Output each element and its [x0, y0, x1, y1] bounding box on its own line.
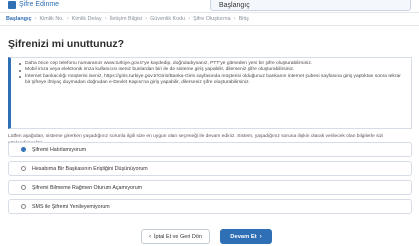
info-box: Daha önce cep telefonu numaranızı www.tu… — [8, 57, 412, 129]
brand[interactable]: Şifre Edinme — [8, 0, 59, 10]
step-id-detail: Kimlik Detay — [71, 16, 102, 22]
key-icon — [8, 1, 16, 9]
info-item-bank: İnternet bankacılığı müşterisi iseniz, h… — [19, 74, 405, 87]
option-label: Şifremi Hatırlamıyorum — [32, 146, 87, 153]
chevron-right-icon: › — [145, 16, 148, 22]
step-contact-info: İletişim Bilgisi — [109, 16, 143, 22]
step-id-number: Kimlik No. — [39, 16, 64, 22]
continue-label: Devam Et — [230, 233, 257, 240]
step-create-password: Şifre Oluşturma — [193, 16, 231, 22]
radio[interactable] — [21, 185, 26, 190]
step-breadcrumb: Başlangıç › Kimlik No. › Kimlik Detay › … — [0, 12, 419, 26]
chevron-right-icon: › — [188, 16, 191, 22]
chevron-right-icon: › — [233, 16, 236, 22]
step-finish: Bitiş — [238, 16, 249, 22]
chevron-right-icon: › — [259, 233, 262, 240]
step-security-code: Güvenlik Kodu — [150, 16, 186, 22]
chevron-right-icon: › — [104, 16, 107, 22]
option-label: SMS ile Şifremi Yenileyemiyorum — [32, 203, 110, 210]
option-sms-reset[interactable]: SMS ile Şifremi Yenileyemiyorum — [8, 199, 412, 214]
step-start: Başlangıç — [6, 16, 32, 22]
page-title: Şifrenizi mi unuttunuz? — [8, 38, 125, 50]
radio[interactable] — [21, 204, 26, 209]
top-bar: Şifre Edinme Başlangıç — [0, 0, 419, 12]
option-label: Hesabıma Bir Başkasının Eriştiğini Düşün… — [32, 165, 148, 172]
brand-label: Şifre Edinme — [19, 1, 60, 8]
option-forgot-password[interactable]: Şifremi Hatırlamıyorum — [8, 142, 412, 157]
radio[interactable] — [21, 166, 26, 171]
radio-selected[interactable] — [21, 147, 26, 152]
chevron-left-icon: ‹ — [149, 233, 151, 240]
option-label: Şifremi Bilmeme Rağmen Oturum Açamıyorum — [32, 184, 143, 191]
cancel-back-label: İptal Et ve Geri Dön — [154, 233, 202, 240]
option-cannot-login[interactable]: Şifremi Bilmeme Rağmen Oturum Açamıyorum — [8, 180, 412, 195]
continue-button[interactable]: Devam Et › — [220, 229, 272, 244]
chevron-right-icon: › — [34, 16, 37, 22]
info-list: Daha önce cep telefonu numaranızı www.tu… — [17, 61, 405, 87]
option-account-accessed[interactable]: Hesabıma Bir Başkasının Eriştiğini Düşün… — [8, 161, 412, 176]
cancel-back-button[interactable]: ‹ İptal Et ve Geri Dön — [141, 229, 210, 244]
chevron-right-icon: › — [66, 16, 69, 22]
step-select[interactable]: Başlangıç — [210, 0, 411, 11]
